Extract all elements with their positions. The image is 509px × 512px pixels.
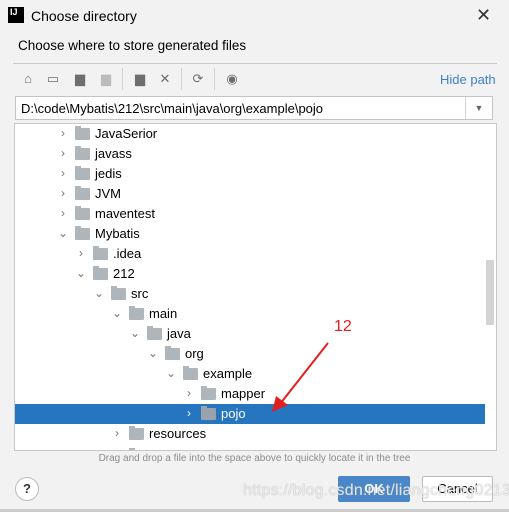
tree-item[interactable]: ⌄ example <box>15 364 485 384</box>
window-title: Choose directory <box>31 8 137 24</box>
chevron-right-icon[interactable]: › <box>184 386 194 400</box>
path-input[interactable]: D:\code\Mybatis\212\src\main\java\org\ex… <box>15 96 493 120</box>
folder-icon <box>75 226 90 240</box>
drag-drop-hint: Drag and drop a file into the space abov… <box>98 453 411 464</box>
tree-item-partial: › <box>15 446 485 450</box>
folder-icon <box>93 266 108 280</box>
new-folder-icon[interactable]: ▆ <box>132 71 148 87</box>
help-button[interactable]: ? <box>15 477 39 501</box>
folder-icon <box>75 146 90 160</box>
chevron-down-icon[interactable]: ⌄ <box>94 286 104 300</box>
divider <box>214 68 215 90</box>
chevron-down-icon[interactable]: ⌄ <box>166 366 176 380</box>
folder-icon <box>129 426 144 440</box>
tree-item-label: Mybatis <box>95 226 140 241</box>
delete-icon[interactable]: ✕ <box>157 71 173 87</box>
tree-item[interactable]: › resources <box>15 424 485 444</box>
folder-icon <box>201 406 216 420</box>
tree-item-label: maventest <box>95 206 155 221</box>
desktop-icon[interactable]: ▭ <box>45 71 61 87</box>
tree-item[interactable]: ⌄ 212 <box>15 264 485 284</box>
dialog-description: Choose where to store generated files <box>18 38 247 53</box>
tree-item-label: example <box>203 366 253 381</box>
intellij-logo-icon: IJ <box>8 7 24 23</box>
tree-item-label: mapper <box>221 386 266 401</box>
chevron-right-icon[interactable]: › <box>58 186 68 200</box>
module-folder-icon[interactable]: ▆ <box>98 71 114 87</box>
chevron-down-icon[interactable]: ⌄ <box>76 266 86 280</box>
home-icon[interactable]: ⌂ <box>20 71 36 87</box>
divider <box>122 68 123 90</box>
chevron-down-icon[interactable]: ⌄ <box>130 326 140 340</box>
show-hidden-icon[interactable]: ◉ <box>224 71 240 87</box>
tree-item[interactable]: ⌄ src <box>15 284 485 304</box>
tree-item-label: JVM <box>95 186 121 201</box>
tree-item-label: main <box>149 306 178 321</box>
tree-item[interactable]: ⌄ org <box>15 344 485 364</box>
chevron-right-icon[interactable]: › <box>58 206 68 220</box>
close-icon[interactable]: ✕ <box>476 5 491 26</box>
folder-icon <box>93 246 108 260</box>
tree-item[interactable]: › .idea <box>15 244 485 264</box>
folder-icon <box>201 386 216 400</box>
tree-item-label: resources <box>149 426 207 441</box>
chevron-down-icon[interactable]: ⌄ <box>112 306 122 320</box>
chevron-right-icon[interactable]: › <box>76 246 86 260</box>
chevron-right-icon[interactable]: › <box>58 166 68 180</box>
tree-item[interactable]: › javass <box>15 144 485 164</box>
tree-item[interactable]: › mapper <box>15 384 485 404</box>
folder-icon <box>75 186 90 200</box>
tree-item-label: javass <box>95 146 132 161</box>
folder-icon <box>183 366 198 380</box>
path-value: D:\code\Mybatis\212\src\main\java\org\ex… <box>21 101 324 116</box>
chevron-right-icon[interactable]: › <box>184 406 194 420</box>
title-bar: IJ Choose directory ✕ <box>0 0 509 32</box>
chevron-down-icon[interactable]: ▼ <box>465 97 492 119</box>
folder-icon <box>75 206 90 220</box>
annotation-label: 12 <box>334 318 352 335</box>
refresh-icon[interactable]: ⟳ <box>190 71 206 87</box>
chevron-right-icon: › <box>112 448 122 450</box>
project-folder-icon[interactable]: ▆ <box>72 71 88 87</box>
folder-icon <box>129 306 144 320</box>
divider <box>13 63 497 64</box>
folder-icon <box>111 286 126 300</box>
tree-item[interactable]: ⌄ main <box>15 304 485 324</box>
directory-tree[interactable]: › JavaSerior › javass › jedis › JVM › maventest ⌄ M… <box>14 123 497 451</box>
tree-item-label: java <box>167 326 191 341</box>
folder-icon <box>75 126 90 140</box>
tree-item[interactable]: › pojo <box>15 404 485 424</box>
chevron-right-icon[interactable]: › <box>58 146 68 160</box>
chevron-down-icon[interactable]: ⌄ <box>148 346 158 360</box>
tree-item-label: .idea <box>113 246 142 261</box>
tree-item-label: src <box>131 286 149 301</box>
tree-item[interactable]: › maventest <box>15 204 485 224</box>
tree-item[interactable]: › JVM <box>15 184 485 204</box>
tree-item[interactable]: ⌄ java <box>15 324 485 344</box>
chevron-down-icon[interactable]: ⌄ <box>58 226 68 240</box>
hide-path-link[interactable]: Hide path <box>440 72 496 87</box>
tree-item[interactable]: ⌄ Mybatis <box>15 224 485 244</box>
tree-item-label: pojo <box>221 406 246 421</box>
tree-item[interactable]: › JavaSerior <box>15 124 485 144</box>
tree-item-label: 212 <box>113 266 135 281</box>
folder-icon <box>75 166 90 180</box>
chevron-right-icon[interactable]: › <box>58 126 68 140</box>
folder-icon <box>129 448 135 450</box>
folder-icon <box>165 346 180 360</box>
chevron-right-icon[interactable]: › <box>112 426 122 440</box>
watermark: https://blog.csdn.net/liangcheng0213 <box>243 482 509 499</box>
divider <box>181 68 182 90</box>
tree-item[interactable]: › jedis <box>15 164 485 184</box>
tree-item-label: JavaSerior <box>95 126 158 141</box>
folder-icon <box>147 326 162 340</box>
tree-item-label: jedis <box>95 166 122 181</box>
tree-item-label: org <box>185 346 204 361</box>
tree-scrollbar[interactable] <box>486 260 494 325</box>
